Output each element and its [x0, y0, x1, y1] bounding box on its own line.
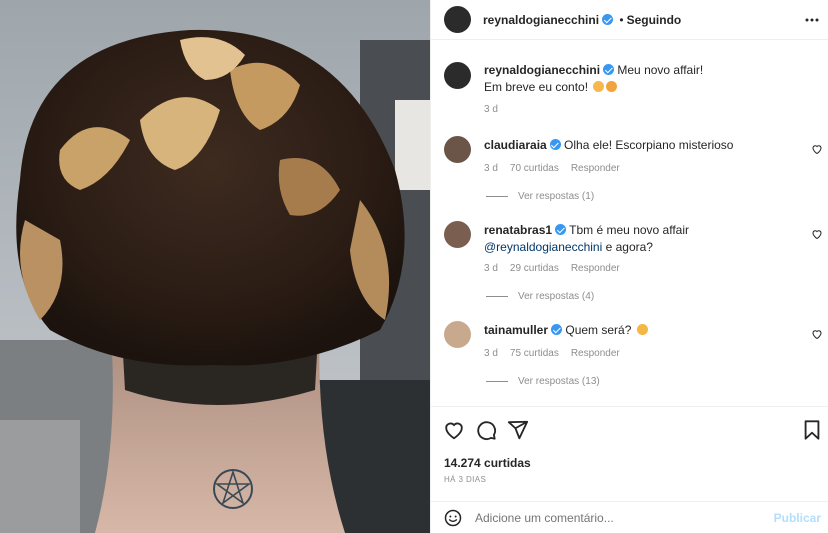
- comment-username[interactable]: tainamuller: [484, 323, 548, 337]
- comment-avatar[interactable]: [444, 221, 471, 248]
- separator-dot: •: [619, 13, 624, 27]
- comment-username[interactable]: renatabras1: [484, 223, 552, 237]
- follow-status[interactable]: Seguindo: [627, 13, 682, 27]
- heart-icon[interactable]: [443, 419, 465, 441]
- comment-body: Quem será?: [565, 323, 632, 337]
- verified-icon: [551, 324, 563, 335]
- caption-avatar[interactable]: [444, 62, 471, 89]
- replies-line: [486, 295, 508, 297]
- comment-text: tainamuller Quem será?: [484, 322, 794, 339]
- bookmark-icon[interactable]: [801, 419, 823, 441]
- replies-line: [486, 195, 508, 197]
- comment-meta: 3 d 29 curtidas Responder: [484, 263, 632, 274]
- comment-input[interactable]: [475, 511, 755, 525]
- post-header: reynaldogianecchini • Seguindo: [431, 0, 828, 40]
- comment-time: 3 d: [484, 263, 498, 274]
- comment-likes[interactable]: 29 curtidas: [510, 263, 559, 274]
- comment-heart-icon[interactable]: [811, 328, 823, 340]
- comment-avatar[interactable]: [444, 321, 471, 348]
- comment-username[interactable]: claudiaraia: [484, 138, 547, 152]
- caption-username[interactable]: reynaldogianecchini: [484, 63, 600, 77]
- add-comment-bar: Publicar: [431, 501, 828, 533]
- view-replies-label[interactable]: Ver respostas (1): [518, 191, 594, 202]
- author-avatar[interactable]: [444, 6, 471, 33]
- caption-line1: Meu novo affair!: [617, 63, 704, 77]
- view-replies-label[interactable]: Ver respostas (4): [518, 291, 594, 302]
- verified-icon: [549, 139, 561, 150]
- view-replies-label[interactable]: Ver respostas (13): [518, 376, 600, 387]
- view-replies[interactable]: Ver respostas (13): [486, 376, 600, 387]
- replies-line: [486, 380, 508, 382]
- post-actions: 14.274 curtidas HÁ 3 DIAS: [431, 406, 828, 501]
- comment-mention[interactable]: @reynaldogianecchini: [484, 240, 602, 254]
- smiley-icon[interactable]: [444, 509, 462, 527]
- share-paper-plane-icon[interactable]: [507, 419, 529, 441]
- post-photo[interactable]: [0, 0, 430, 533]
- comment-heart-icon[interactable]: [811, 228, 823, 240]
- likes-count[interactable]: 14.274 curtidas: [444, 456, 531, 470]
- author-username[interactable]: reynaldogianecchini: [483, 13, 599, 27]
- header-author: reynaldogianecchini • Seguindo: [483, 13, 681, 27]
- emoji-blush-icon: [593, 81, 605, 92]
- comment-meta: 3 d 70 curtidas Responder: [484, 163, 632, 174]
- caption-time: 3 d: [484, 104, 498, 115]
- post-date: HÁ 3 DIAS: [444, 475, 487, 484]
- reply-button[interactable]: Responder: [571, 163, 620, 174]
- verified-icon: [602, 14, 614, 25]
- comment-body: Tbm é meu novo affair: [569, 223, 690, 237]
- view-replies[interactable]: Ver respostas (1): [486, 191, 594, 202]
- post-panel: reynaldogianecchini • Seguindo reynaldogi…: [430, 0, 828, 533]
- caption-text: reynaldogianecchini Meu novo affair! Em …: [484, 62, 794, 96]
- verified-icon: [603, 64, 615, 75]
- reply-button[interactable]: Responder: [571, 263, 620, 274]
- post-image: [0, 0, 430, 533]
- more-dots-icon[interactable]: [805, 13, 819, 27]
- comment-likes[interactable]: 70 curtidas: [510, 163, 559, 174]
- publish-button[interactable]: Publicar: [774, 511, 821, 525]
- comment-body-end: e agora?: [602, 240, 653, 254]
- comment-meta: 3 d 75 curtidas Responder: [484, 348, 632, 359]
- reply-button[interactable]: Responder: [571, 348, 620, 359]
- comment-heart-icon[interactable]: [811, 143, 823, 155]
- emoji-thinking-icon: [636, 324, 648, 335]
- emoji-heart-eyes-icon: [606, 81, 618, 92]
- comment-avatar[interactable]: [444, 136, 471, 163]
- comment-text: renatabras1 Tbm é meu novo affair @reyna…: [484, 222, 802, 256]
- comment-body: Olha ele! Escorpiano misterioso: [564, 138, 734, 152]
- comment-bubble-icon[interactable]: [475, 419, 497, 441]
- comment-likes[interactable]: 75 curtidas: [510, 348, 559, 359]
- comment-time: 3 d: [484, 163, 498, 174]
- comment-text: claudiaraia Olha ele! Escorpiano misteri…: [484, 137, 794, 154]
- caption-line2: Em breve eu conto!: [484, 80, 589, 94]
- comment-time: 3 d: [484, 348, 498, 359]
- view-replies[interactable]: Ver respostas (4): [486, 291, 594, 302]
- verified-icon: [555, 224, 567, 235]
